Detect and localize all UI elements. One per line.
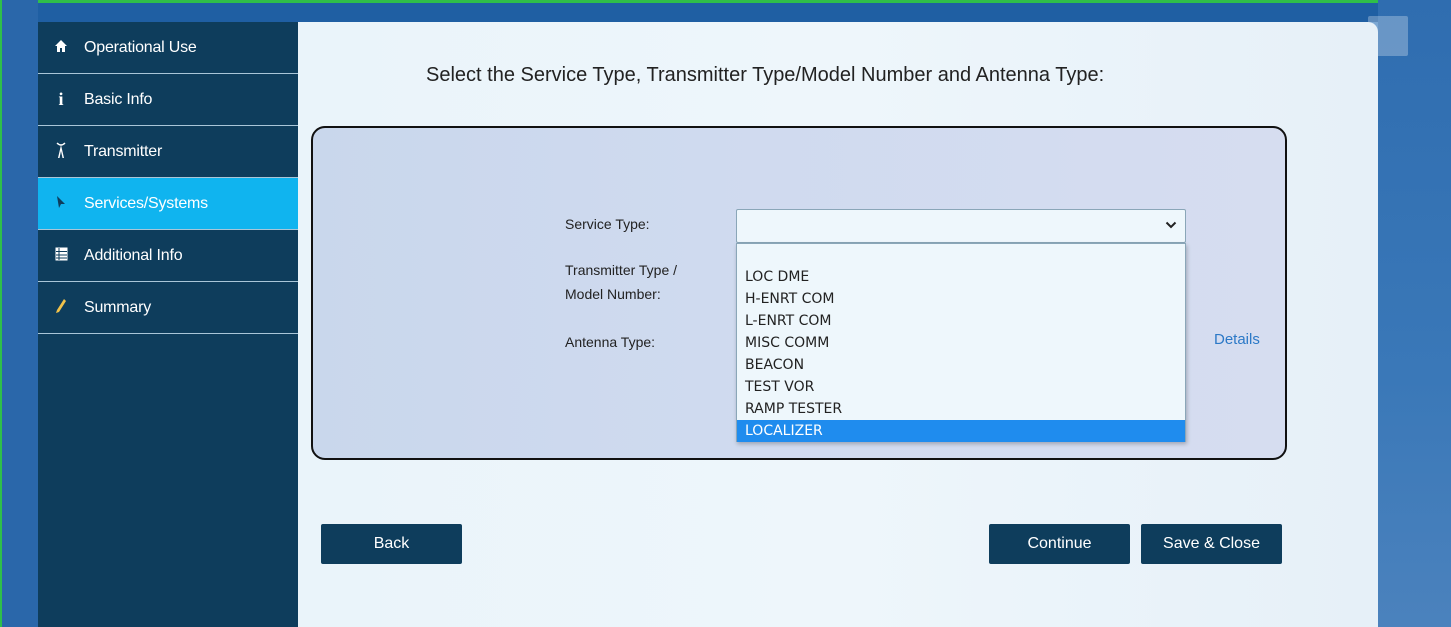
dropdown-option-l-enrt-com[interactable]: L-ENRT COM bbox=[737, 310, 1185, 332]
home-icon bbox=[50, 39, 72, 57]
sidebar-item-label: Basic Info bbox=[84, 90, 153, 108]
continue-button[interactable]: Continue bbox=[989, 524, 1130, 564]
service-type-label: Service Type: bbox=[565, 216, 650, 232]
dropdown-option-misc-comm[interactable]: MISC COMM bbox=[737, 332, 1185, 354]
dropdown-option-test-vor[interactable]: TEST VOR bbox=[737, 376, 1185, 398]
transmitter-type-label-line1: Transmitter Type / bbox=[565, 262, 678, 278]
save-close-button[interactable]: Save & Close bbox=[1141, 524, 1282, 564]
service-type-select[interactable] bbox=[736, 209, 1186, 243]
sidebar-nav: Operational Use i Basic Info Transmitter… bbox=[38, 22, 298, 627]
service-type-dropdown-list: LOC DME H-ENRT COM L-ENRT COM MISC COMM … bbox=[736, 243, 1186, 442]
antenna-icon bbox=[50, 141, 72, 162]
sidebar-item-summary[interactable]: Summary bbox=[38, 282, 298, 334]
dropdown-option-beacon[interactable]: BEACON bbox=[737, 354, 1185, 376]
antenna-type-label: Antenna Type: bbox=[565, 334, 656, 350]
transmitter-type-label-line2: Model Number: bbox=[565, 286, 661, 302]
sidebar-item-label: Transmitter bbox=[84, 142, 163, 160]
pencil-icon bbox=[50, 298, 72, 318]
sidebar-item-operational-use[interactable]: Operational Use bbox=[38, 22, 298, 74]
sidebar-item-label: Services/Systems bbox=[84, 194, 208, 212]
chevron-down-icon bbox=[1165, 217, 1177, 233]
sidebar-item-label: Operational Use bbox=[84, 38, 197, 56]
sidebar-item-basic-info[interactable]: i Basic Info bbox=[38, 74, 298, 126]
back-button[interactable]: Back bbox=[321, 524, 462, 564]
desktop-left-strip bbox=[0, 0, 38, 627]
details-link[interactable]: Details bbox=[1214, 331, 1260, 348]
sidebar-item-label: Additional Info bbox=[84, 246, 183, 264]
dropdown-option-localizer[interactable]: LOCALIZER bbox=[737, 420, 1185, 442]
desktop-top-strip bbox=[0, 0, 1451, 22]
info-icon: i bbox=[58, 89, 64, 109]
dropdown-option-ramp-tester[interactable]: RAMP TESTER bbox=[737, 398, 1185, 420]
dropdown-option-empty[interactable] bbox=[737, 244, 1185, 266]
sidebar-item-transmitter[interactable]: Transmitter bbox=[38, 126, 298, 178]
desktop-right-strip bbox=[1368, 0, 1451, 627]
dropdown-option-h-enrt-com[interactable]: H-ENRT COM bbox=[737, 288, 1185, 310]
services-icon bbox=[50, 195, 72, 213]
sidebar-item-label: Summary bbox=[84, 298, 152, 316]
page-title: Select the Service Type, Transmitter Typ… bbox=[426, 64, 1105, 86]
sidebar-item-additional-info[interactable]: Additional Info bbox=[38, 230, 298, 282]
table-icon bbox=[50, 247, 72, 265]
dropdown-option-loc-dme[interactable]: LOC DME bbox=[737, 266, 1185, 288]
sidebar-item-services-systems[interactable]: Services/Systems bbox=[38, 178, 298, 230]
